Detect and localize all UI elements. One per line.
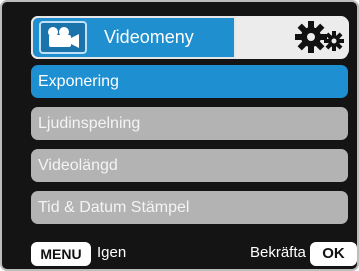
ok-key[interactable]: OK <box>310 242 357 266</box>
menu-item-exponering[interactable]: Exponering <box>31 65 348 98</box>
gears-icon <box>295 21 344 53</box>
footer-bar: MENU Igen Bekräfta OK <box>2 240 357 269</box>
ok-action-label: Bekräfta <box>250 244 306 261</box>
menu-item-tid-datum-stampel[interactable]: Tid & Datum Stämpel <box>31 191 348 224</box>
menu-item-ljudinspelning[interactable]: Ljudinspelning <box>31 107 348 140</box>
menu-item-videolangd[interactable]: Videolängd <box>31 149 348 182</box>
menu-action-label: Igen <box>97 244 127 261</box>
video-camera-icon <box>39 21 87 54</box>
menu-item-label: Ljudinspelning <box>38 115 141 132</box>
menu-item-label: Tid & Datum Stämpel <box>38 199 190 216</box>
menu-key[interactable]: MENU <box>31 242 91 266</box>
page-title: Videomeny <box>104 27 194 47</box>
settings-tab[interactable] <box>289 17 349 57</box>
device-menu-screen: Videomeny Exponering Ljudinspelning Vide… <box>0 0 359 271</box>
menu-item-label: Videolängd <box>38 157 118 174</box>
video-menu-tab[interactable]: Videomeny <box>31 16 236 59</box>
video-camera-icon-glyph <box>48 27 79 48</box>
menu-item-label: Exponering <box>38 73 119 90</box>
